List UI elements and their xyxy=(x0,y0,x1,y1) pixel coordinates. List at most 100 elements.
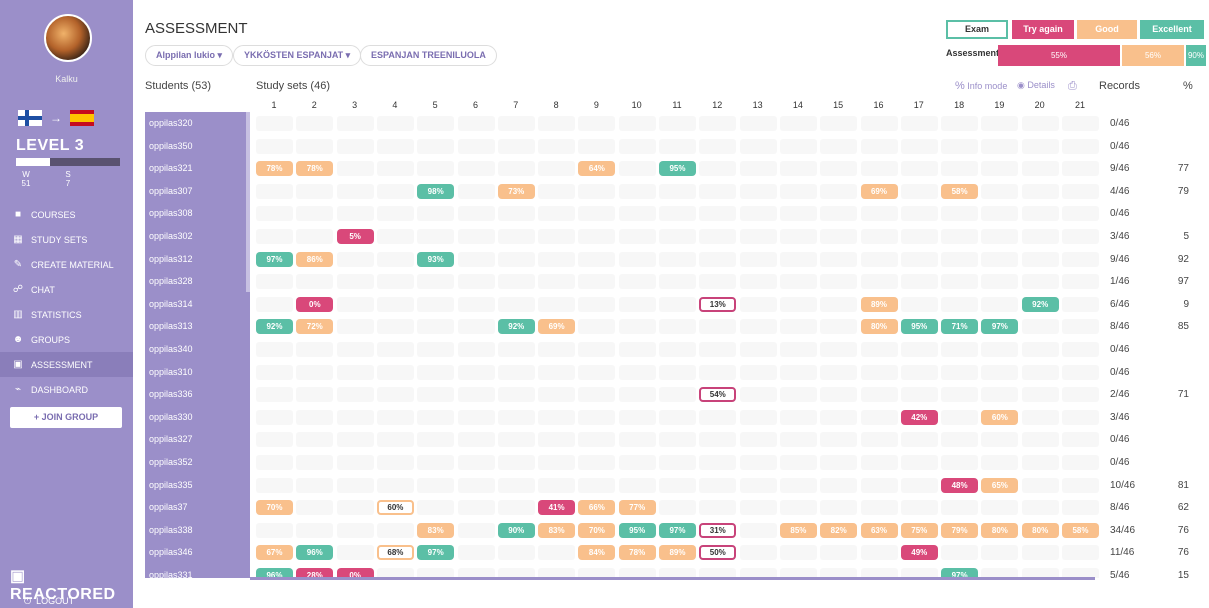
empty-cell[interactable] xyxy=(578,364,616,380)
empty-cell[interactable] xyxy=(981,116,1019,131)
empty-cell[interactable] xyxy=(417,274,455,290)
score-badge[interactable]: 49% xyxy=(900,545,938,561)
score-badge[interactable]: 69% xyxy=(860,183,898,199)
empty-cell[interactable] xyxy=(1062,432,1099,448)
language-pair[interactable]: → xyxy=(18,110,94,126)
score-badge[interactable]: 78% xyxy=(256,161,293,177)
empty-cell[interactable] xyxy=(457,432,495,448)
sidebar-item-assessment[interactable]: ▣ ASSESSMENT xyxy=(0,352,133,377)
empty-cell[interactable] xyxy=(739,206,777,222)
empty-cell[interactable] xyxy=(417,477,455,493)
score-badge[interactable]: 64% xyxy=(578,161,616,177)
score-badge[interactable]: 50% xyxy=(699,545,737,561)
empty-cell[interactable] xyxy=(457,409,495,425)
empty-cell[interactable] xyxy=(256,432,293,448)
empty-cell[interactable] xyxy=(659,251,696,267)
empty-cell[interactable] xyxy=(497,138,535,154)
empty-cell[interactable] xyxy=(336,409,374,425)
empty-cell[interactable] xyxy=(336,206,374,222)
score-badge[interactable]: 79% xyxy=(941,522,979,538)
empty-cell[interactable] xyxy=(1062,251,1099,267)
empty-cell[interactable] xyxy=(659,432,696,448)
empty-cell[interactable] xyxy=(336,183,374,199)
empty-cell[interactable] xyxy=(497,296,535,312)
empty-cell[interactable] xyxy=(256,138,293,154)
empty-cell[interactable] xyxy=(376,522,414,538)
empty-cell[interactable] xyxy=(1062,545,1099,561)
empty-cell[interactable] xyxy=(256,229,293,244)
empty-cell[interactable] xyxy=(981,274,1019,290)
empty-cell[interactable] xyxy=(457,206,495,222)
empty-cell[interactable] xyxy=(941,274,979,290)
score-badge[interactable]: 92% xyxy=(497,319,535,335)
empty-cell[interactable] xyxy=(538,229,576,244)
score-badge[interactable]: 80% xyxy=(981,522,1019,538)
empty-cell[interactable] xyxy=(618,296,656,312)
empty-cell[interactable] xyxy=(941,455,979,470)
empty-cell[interactable] xyxy=(779,364,817,380)
empty-cell[interactable] xyxy=(981,545,1019,561)
empty-cell[interactable] xyxy=(538,274,576,290)
empty-cell[interactable] xyxy=(256,455,293,470)
empty-cell[interactable] xyxy=(336,432,374,448)
empty-cell[interactable] xyxy=(618,319,656,335)
score-badge[interactable]: 60% xyxy=(981,409,1019,425)
empty-cell[interactable] xyxy=(296,522,334,538)
student-name[interactable]: oppilas314 xyxy=(145,292,250,316)
student-name[interactable]: oppilas331 xyxy=(145,564,250,578)
score-badge[interactable]: 78% xyxy=(618,545,656,561)
empty-cell[interactable] xyxy=(739,364,777,380)
empty-cell[interactable] xyxy=(900,206,938,222)
empty-cell[interactable] xyxy=(417,116,455,131)
empty-cell[interactable] xyxy=(860,229,898,244)
empty-cell[interactable] xyxy=(296,116,334,131)
empty-cell[interactable] xyxy=(296,432,334,448)
empty-cell[interactable] xyxy=(1021,206,1059,222)
score-badge[interactable]: 13% xyxy=(699,296,737,312)
empty-cell[interactable] xyxy=(256,342,293,357)
score-badge[interactable]: 78% xyxy=(296,161,334,177)
student-name[interactable]: oppilas340 xyxy=(145,338,250,361)
empty-cell[interactable] xyxy=(1021,229,1059,244)
empty-cell[interactable] xyxy=(981,229,1019,244)
empty-cell[interactable] xyxy=(981,455,1019,470)
empty-cell[interactable] xyxy=(820,387,858,403)
empty-cell[interactable] xyxy=(779,183,817,199)
empty-cell[interactable] xyxy=(336,477,374,493)
empty-cell[interactable] xyxy=(578,274,616,290)
empty-cell[interactable] xyxy=(578,409,616,425)
empty-cell[interactable] xyxy=(457,274,495,290)
empty-cell[interactable] xyxy=(699,432,737,448)
empty-cell[interactable] xyxy=(497,206,535,222)
empty-cell[interactable] xyxy=(1062,206,1099,222)
empty-cell[interactable] xyxy=(739,500,777,516)
empty-cell[interactable] xyxy=(336,545,374,561)
empty-cell[interactable] xyxy=(1062,500,1099,516)
empty-cell[interactable] xyxy=(256,477,293,493)
empty-cell[interactable] xyxy=(1021,161,1059,177)
empty-cell[interactable] xyxy=(659,364,696,380)
empty-cell[interactable] xyxy=(256,409,293,425)
empty-cell[interactable] xyxy=(296,500,334,516)
empty-cell[interactable] xyxy=(659,409,696,425)
empty-cell[interactable] xyxy=(578,116,616,131)
group-filter[interactable]: YKKÖSTEN ESPANJAT ▾ xyxy=(233,45,362,66)
legend-good[interactable]: Good xyxy=(1077,20,1137,39)
empty-cell[interactable] xyxy=(538,432,576,448)
empty-cell[interactable] xyxy=(820,319,858,335)
horizontal-scrollbar[interactable] xyxy=(250,577,1095,580)
empty-cell[interactable] xyxy=(1062,387,1099,403)
empty-cell[interactable] xyxy=(1062,116,1099,131)
empty-cell[interactable] xyxy=(779,116,817,131)
empty-cell[interactable] xyxy=(900,364,938,380)
student-name[interactable]: oppilas308 xyxy=(145,202,250,226)
empty-cell[interactable] xyxy=(860,432,898,448)
student-name[interactable]: oppilas307 xyxy=(145,179,250,203)
empty-cell[interactable] xyxy=(376,364,414,380)
empty-cell[interactable] xyxy=(417,455,455,470)
empty-cell[interactable] xyxy=(820,183,858,199)
empty-cell[interactable] xyxy=(820,274,858,290)
school-filter[interactable]: Alppilan lukio ▾ xyxy=(145,45,234,66)
avatar[interactable] xyxy=(44,14,92,62)
empty-cell[interactable] xyxy=(497,116,535,131)
